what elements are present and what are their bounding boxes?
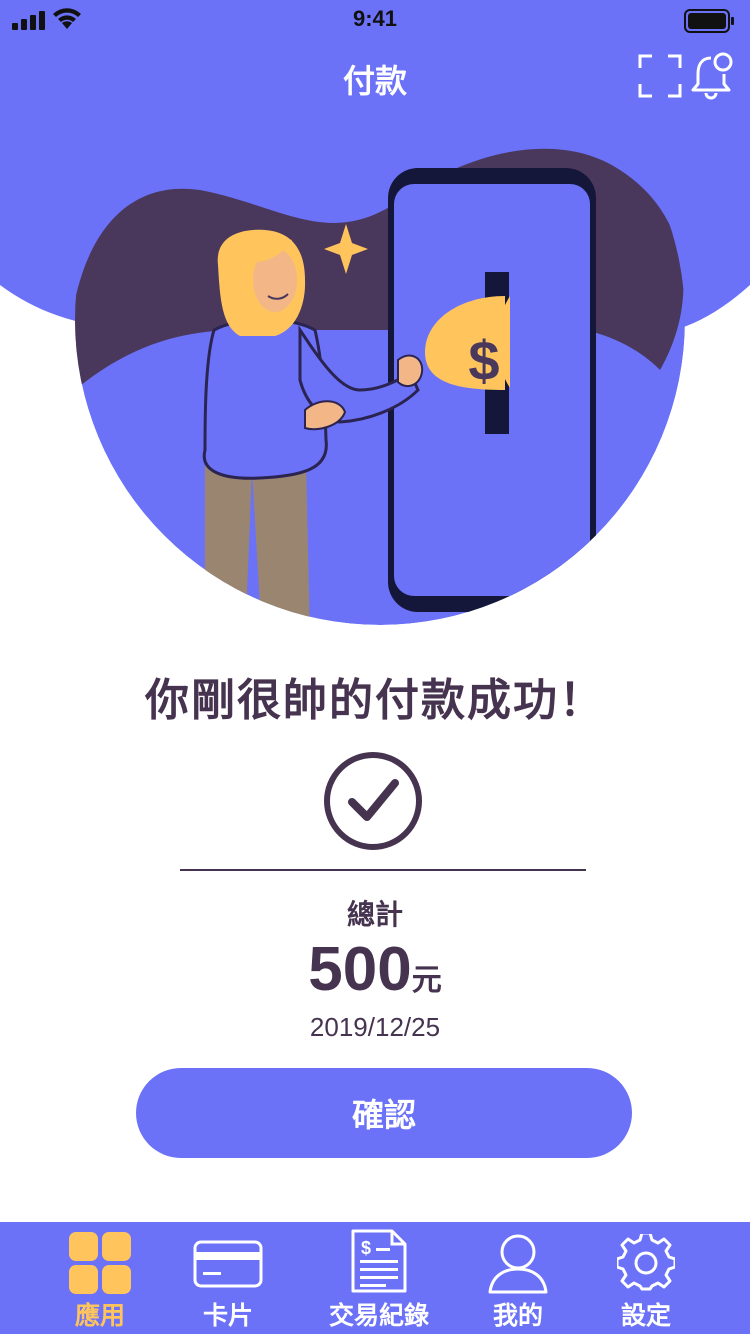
tab-cards[interactable]: 卡片 [168,1222,288,1334]
credit-card-icon [193,1240,263,1288]
tab-label: 設定 [620,1301,671,1330]
battery-icon [684,9,734,33]
scan-frame-icon[interactable] [638,54,682,98]
tab-settings[interactable]: 設定 [586,1222,706,1334]
transaction-date: 2019/12/25 [309,1012,441,1042]
status-bar: 9:41 [0,0,750,40]
total-label: 總計 [346,898,403,931]
tab-label: 交易紀錄 [328,1301,429,1330]
divider [180,869,586,871]
apps-grid-icon [69,1232,131,1294]
tab-apps[interactable]: 應用 [40,1222,160,1334]
status-time: 9:41 [352,6,398,31]
svg-text:$: $ [361,1238,371,1258]
confirm-button[interactable]: 確認 [136,1068,632,1158]
success-message: 你剛很帥的付款成功！ [145,675,605,726]
tab-bar: 應用 卡片 $ 交易紀錄 我的 設定 [0,1222,750,1334]
receipt-icon: $ [351,1229,407,1293]
bell-icon[interactable] [690,50,736,100]
user-icon [488,1234,548,1294]
amount-value: 500 [308,935,412,1004]
check-circle-icon [324,752,422,850]
amount-unit: 元 [411,963,442,998]
coin-dollar-symbol: $ [468,329,499,392]
tab-mine[interactable]: 我的 [458,1222,578,1334]
tab-label: 我的 [492,1301,543,1330]
gear-icon [617,1234,675,1291]
payment-illustration: $ [75,100,685,625]
total-amount: 500元 [0,934,750,1005]
tab-label: 卡片 [202,1301,253,1330]
tab-label: 應用 [74,1301,125,1330]
tab-history[interactable]: $ 交易紀錄 [306,1222,452,1334]
